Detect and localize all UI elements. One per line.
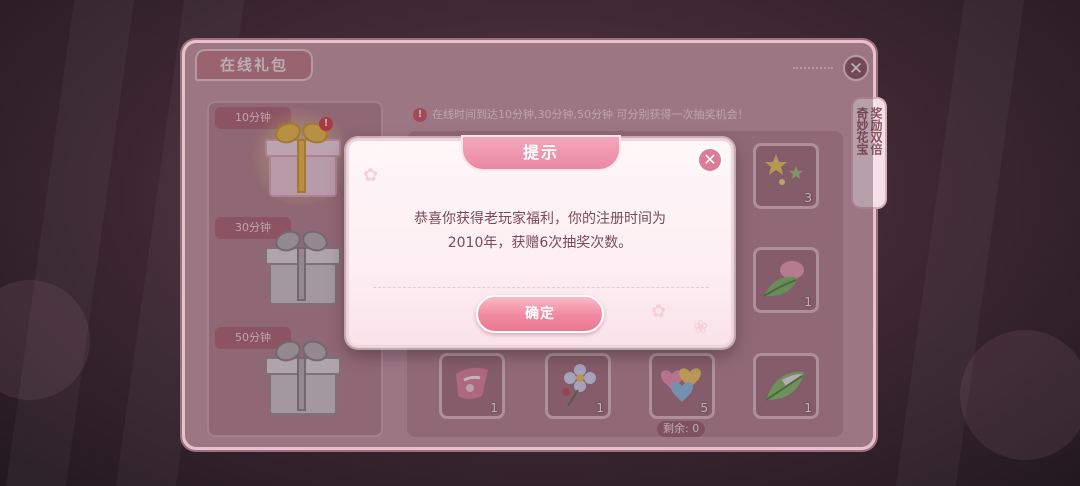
petal-decoration: ✿ — [363, 165, 379, 186]
dialog-divider — [373, 287, 709, 288]
dialog-message-line: 恭喜你获得老玩家福利，你的注册时间为 — [414, 211, 666, 227]
petal-decoration: ❀ — [693, 317, 709, 338]
bg-blob — [960, 330, 1080, 460]
notice-dialog: ✿ ✿ ❀ 提示 ✕ 恭喜你获得老玩家福利，你的注册时间为 2010年，获赠6次… — [346, 135, 734, 348]
confirm-button[interactable]: 确定 — [476, 295, 604, 333]
dialog-close-button[interactable]: ✕ — [697, 147, 723, 173]
dialog-message-line: 2010年，获赠6次抽奖次数。 — [447, 235, 633, 251]
dialog-message: 恭喜你获得老玩家福利，你的注册时间为 2010年，获赠6次抽奖次数。 — [369, 207, 711, 255]
bg-stripe — [5, 0, 135, 486]
petal-decoration: ✿ — [651, 301, 667, 322]
dialog-title: 提示 — [461, 135, 621, 171]
